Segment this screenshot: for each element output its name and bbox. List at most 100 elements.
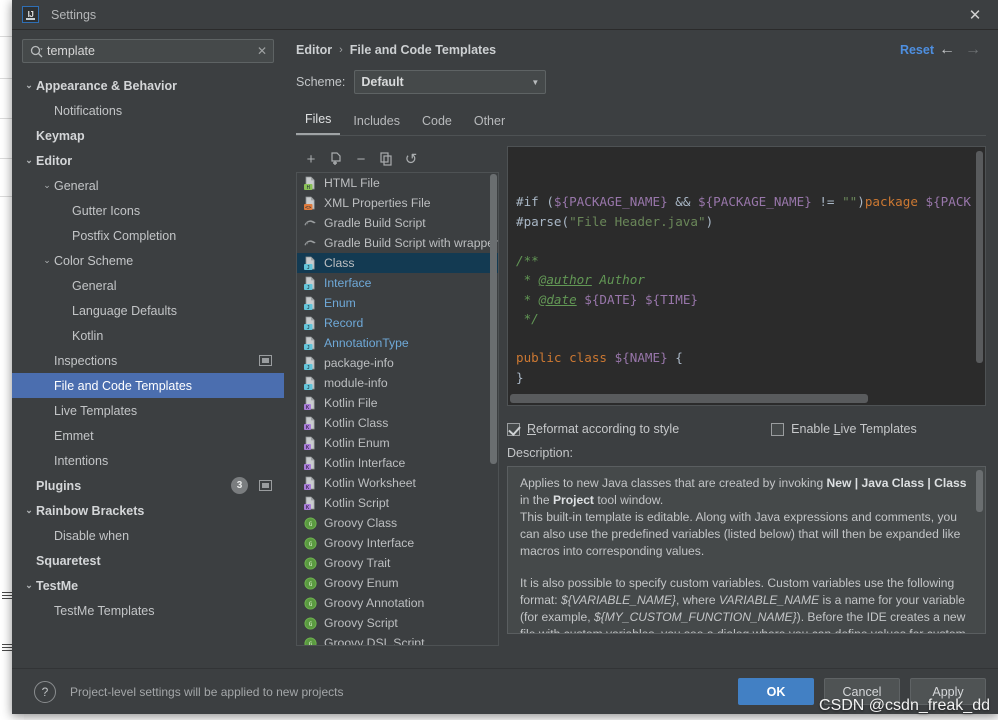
plugin-update-badge: 3 [231,477,248,494]
sidebar-item-general[interactable]: ⌄ General [12,173,284,198]
kotlin-file-icon: K [303,436,318,451]
template-list-item[interactable]: Gradle Build Script [297,213,498,233]
reformat-label[interactable]: Reformat according to style [527,422,679,436]
template-list-item[interactable]: G Groovy Trait [297,553,498,573]
template-list-item[interactable]: K Kotlin Worksheet [297,473,498,493]
sidebar-item-notifications[interactable]: Notifications [12,98,284,123]
template-list-item[interactable]: Gradle Build Script with wrapper [297,233,498,253]
template-list-item[interactable]: Jmodule-info [297,373,498,393]
template-list-item[interactable]: Jpackage-info [297,353,498,373]
dialog-body: template ✕ ⌄ Appearance & Behavior Notific… [12,30,998,668]
sidebar-item-file-and-code-templates[interactable]: File and Code Templates [12,373,284,398]
sidebar-item-general[interactable]: General [12,273,284,298]
template-list-item[interactable]: J AnnotationType [297,333,498,353]
sidebar-item-rainbow-brackets[interactable]: ⌄ Rainbow Brackets [12,498,284,523]
chevron-down-icon[interactable]: ⌄ [40,180,54,191]
reset-button[interactable]: Reset [900,43,934,57]
template-editor[interactable]: #if (${PACKAGE_NAME} && ${PACKAGE_NAME} … [507,146,986,406]
template-list-item[interactable]: K Kotlin Enum [297,433,498,453]
ok-button[interactable]: OK [738,678,814,705]
breadcrumb-parent[interactable]: Editor [296,43,332,57]
template-list-item-label: package-info [324,356,394,370]
kotlin-file-icon: K [303,396,318,411]
editor-column: #if (${PACKAGE_NAME} && ${PACKAGE_NAME} … [507,146,986,646]
sidebar-item-testme-templates[interactable]: TestMe Templates [12,598,284,623]
template-list-item[interactable]: G Groovy Class [297,513,498,533]
template-list-item-label: Gradle Build Script [324,216,426,230]
code-token: * [516,291,539,307]
sidebar-item-squaretest[interactable]: Squaretest [12,548,284,573]
template-list-item[interactable]: K Kotlin Class [297,413,498,433]
template-list[interactable]: H HTML File <> XML Properties File Gradle Bu… [296,172,499,646]
template-list-item-label: Kotlin Worksheet [324,476,416,490]
editor-vertical-scrollbar[interactable] [976,151,983,363]
template-list-item[interactable]: J Enum [297,293,498,313]
add-template-button[interactable]: + [300,148,322,170]
template-list-item-label: module-info [324,376,388,390]
template-list-item[interactable]: K Kotlin Interface [297,453,498,473]
sidebar-item-plugins[interactable]: Plugins 3 [12,473,284,498]
template-list-item[interactable]: G Groovy Annotation [297,593,498,613]
remove-template-button[interactable]: − [350,148,372,170]
sidebar-item-kotlin[interactable]: Kotlin [12,323,284,348]
sidebar-item-color-scheme[interactable]: ⌄ Color Scheme [12,248,284,273]
arrow-left-icon[interactable]: ← [934,41,960,59]
sidebar-item-editor[interactable]: ⌄ Editor [12,148,284,173]
open-in-window-icon[interactable] [259,355,272,366]
template-list-item[interactable]: H HTML File [297,173,498,193]
template-list-item[interactable]: J Interface [297,273,498,293]
tab-includes[interactable]: Includes [344,114,409,135]
tab-other[interactable]: Other [465,114,514,135]
live-templates-checkbox[interactable] [771,422,785,436]
template-list-item[interactable]: G Groovy DSL Script [297,633,498,645]
tab-files[interactable]: Files [296,112,341,135]
sidebar-item-label: TestMe [36,578,79,593]
reset-template-button[interactable]: ↺ [400,148,422,170]
sidebar-item-live-templates[interactable]: Live Templates [12,398,284,423]
search-input[interactable]: template [47,44,251,58]
sidebar-item-label: Language Defaults [72,303,177,318]
chevron-down-icon[interactable]: ⌄ [22,80,36,91]
sidebar-item-keymap[interactable]: Keymap [12,123,284,148]
sidebar-item-disable-when[interactable]: Disable when [12,523,284,548]
template-list-item[interactable]: G Groovy Enum [297,573,498,593]
sidebar-item-gutter-icons[interactable]: Gutter Icons [12,198,284,223]
open-in-window-icon[interactable] [259,480,272,491]
template-list-item[interactable]: J Record [297,313,498,333]
copy-template-button[interactable] [325,148,347,170]
template-list-scrollbar[interactable] [490,174,497,464]
reformat-checkbox[interactable] [507,422,520,436]
template-list-item[interactable]: G Groovy Interface [297,533,498,553]
title-bar: IJ Settings ✕ [12,0,998,30]
close-icon[interactable]: ✕ [952,0,998,30]
chevron-down-icon[interactable]: ⌄ [22,155,36,166]
chevron-down-icon: ▼ [531,77,540,87]
sidebar-item-intentions[interactable]: Intentions [12,448,284,473]
sidebar-item-postfix-completion[interactable]: Postfix Completion [12,223,284,248]
duplicate-template-button[interactable] [375,148,397,170]
editor-horizontal-scrollbar[interactable] [510,394,868,403]
description-scrollbar[interactable] [976,470,983,512]
help-icon[interactable]: ? [34,680,56,703]
sidebar-item-emmet[interactable]: Emmet [12,423,284,448]
clear-icon[interactable]: ✕ [251,44,273,58]
sidebar-item-language-defaults[interactable]: Language Defaults [12,298,284,323]
template-list-item[interactable]: <> XML Properties File [297,193,498,213]
chevron-down-icon[interactable]: ⌄ [22,580,36,591]
sidebar-item-inspections[interactable]: Inspections [12,348,284,373]
scheme-select[interactable]: Default ▼ [354,70,547,94]
template-list-item[interactable]: J Class [297,253,498,273]
live-templates-label[interactable]: Enable Live Templates [791,422,917,436]
sidebar-item-appearance-behavior[interactable]: ⌄ Appearance & Behavior [12,73,284,98]
chevron-down-icon[interactable]: ⌄ [22,505,36,516]
sidebar-item-label: Disable when [54,528,130,543]
template-list-item[interactable]: K Kotlin Script [297,493,498,513]
arrow-right-icon[interactable]: → [960,41,986,59]
tab-code[interactable]: Code [413,114,461,135]
search-box[interactable]: template ✕ [22,39,274,63]
sidebar-item-testme[interactable]: ⌄ TestMe [12,573,284,598]
chevron-down-icon[interactable]: ⌄ [40,255,54,266]
template-list-item[interactable]: G Groovy Script [297,613,498,633]
template-list-item[interactable]: K Kotlin File [297,393,498,413]
